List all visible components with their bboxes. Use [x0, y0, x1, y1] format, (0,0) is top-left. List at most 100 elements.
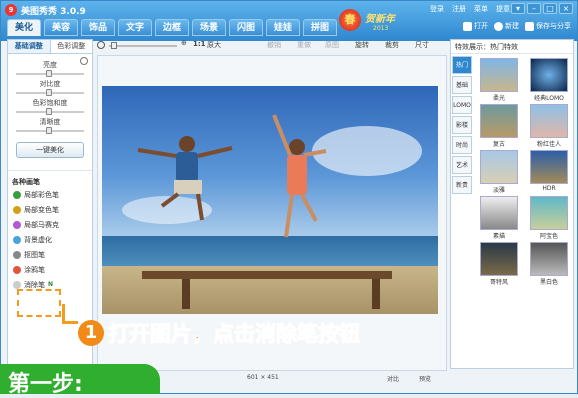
brightness-slider[interactable]: 亮度: [8, 60, 92, 79]
filter-classic-lomo[interactable]: 经典LOMO: [526, 58, 572, 102]
lantern-icon: 春: [339, 9, 361, 31]
brush-bg-blur[interactable]: 背景虚化: [8, 232, 92, 247]
filter-label: 阿宝色: [539, 233, 558, 240]
slider-label: 亮度: [43, 61, 57, 69]
rotate-button[interactable]: 旋转: [355, 40, 369, 50]
slider-knob[interactable]: [46, 127, 52, 134]
saturation-slider[interactable]: 色彩饱和度: [8, 98, 92, 117]
tab-face[interactable]: 美容: [44, 19, 78, 36]
skin-icon[interactable]: ▾: [511, 3, 525, 14]
zoom-knob[interactable]: [111, 42, 117, 49]
filter-soft-light[interactable]: 柔光: [476, 58, 522, 102]
filter-hdr[interactable]: HDR: [526, 150, 572, 194]
tab-color-adjust[interactable]: 色彩调整: [51, 40, 93, 53]
filter-thumbnail: [530, 150, 568, 184]
minimize-icon[interactable]: –: [527, 3, 541, 14]
banner-title: 贺新年: [365, 14, 395, 25]
filter-retro[interactable]: 复古: [476, 104, 522, 148]
filter-thumbnail: [530, 242, 568, 276]
zoom-in-icon[interactable]: ⊕: [181, 39, 187, 47]
recolor-icon: [13, 205, 21, 214]
one-key-beautify-button[interactable]: 一键美化: [16, 142, 84, 158]
ratio-label[interactable]: 1:1: [193, 40, 206, 48]
filter-sketch[interactable]: 素描: [476, 196, 522, 240]
tab-flash[interactable]: 闪图: [229, 19, 263, 36]
brush-label: 抠图笔: [24, 250, 45, 259]
effects-header: 特效展示：热门特效: [451, 40, 573, 54]
banner-year: 2013: [373, 25, 389, 32]
image-dimensions: 601 × 451: [247, 374, 279, 381]
size-button[interactable]: 尺寸: [415, 40, 429, 50]
tab-border[interactable]: 边框: [155, 19, 189, 36]
tab-scene[interactable]: 场景: [192, 19, 226, 36]
top-menu: 登录 注册 菜单 提意见: [430, 4, 517, 14]
slider-knob[interactable]: [46, 70, 52, 77]
menu-link[interactable]: 菜单: [474, 4, 488, 14]
effect-category-tabs: 热门 基础 LOMO 影楼 时尚 艺术 新贵: [452, 56, 472, 196]
bench: [142, 271, 392, 279]
tab-text[interactable]: 文字: [118, 19, 152, 36]
filter-thumbnail: [480, 58, 518, 92]
tab-basic-adjust[interactable]: 基础调整: [8, 40, 51, 53]
brush-local-color[interactable]: 局部彩色笔: [8, 187, 92, 202]
original-size-button[interactable]: 原大: [207, 40, 221, 50]
woman-jumping: [272, 114, 327, 238]
filter-thumbnail: [480, 150, 518, 184]
brush-local-recolor[interactable]: 局部变色笔: [8, 202, 92, 217]
highlight-box: [17, 289, 61, 317]
new-button[interactable]: 新建: [494, 21, 519, 31]
crop-button[interactable]: 裁剪: [385, 40, 399, 50]
filter-gothic[interactable]: 哥特风: [476, 242, 522, 286]
zoom-track[interactable]: [109, 45, 177, 47]
tab-beautify[interactable]: 美化: [7, 19, 41, 36]
filter-abao[interactable]: 阿宝色: [526, 196, 572, 240]
slider-knob[interactable]: [46, 108, 52, 115]
instruction-callout: 1 打开图片，点击消除笔按钮: [78, 318, 361, 348]
brush-label: 消除笔: [24, 280, 45, 289]
sharpness-slider[interactable]: 清晰度: [8, 117, 92, 136]
window-buttons: ▾ – □ ×: [511, 3, 573, 14]
preview-button[interactable]: 预览: [419, 374, 431, 383]
title-bar: 9 美图秀秀 3.0.9 美化 美容 饰品 文字 边框 场景 闪图 娃娃 拼图 …: [1, 1, 577, 41]
filter-grid: 柔光 经典LOMO 复古 粉红佳人 淡雅 HDR 素描 阿宝色 哥特风 黑白色: [476, 58, 572, 286]
tab-lomo[interactable]: LOMO: [452, 96, 472, 114]
tab-studio[interactable]: 影楼: [452, 116, 472, 134]
tab-hot[interactable]: 热门: [452, 56, 472, 74]
login-link[interactable]: 登录: [430, 4, 444, 14]
brush-mosaic[interactable]: 局部马赛克: [8, 217, 92, 232]
tab-basic[interactable]: 基础: [452, 76, 472, 94]
close-icon[interactable]: ×: [559, 3, 573, 14]
zoom-out-icon[interactable]: [97, 41, 105, 49]
filter-pink[interactable]: 粉红佳人: [526, 104, 572, 148]
undo-button[interactable]: 撤销: [267, 40, 281, 50]
eraser-icon: [13, 280, 21, 289]
brush-cutout[interactable]: 抠图笔: [8, 247, 92, 262]
tab-accessories[interactable]: 饰品: [81, 19, 115, 36]
open-button[interactable]: 打开: [463, 21, 488, 31]
register-link[interactable]: 注册: [452, 4, 466, 14]
tab-fashion[interactable]: 时尚: [452, 136, 472, 154]
tab-art[interactable]: 艺术: [452, 156, 472, 174]
filter-label: 经典LOMO: [534, 95, 564, 102]
filter-label: 黑白色: [539, 279, 558, 286]
save-label: 保存与分享: [536, 22, 571, 30]
mosaic-icon: [13, 220, 21, 229]
restore-button[interactable]: 原图: [325, 40, 339, 50]
slider-knob[interactable]: [46, 89, 52, 96]
slider-label: 色彩饱和度: [32, 99, 68, 107]
app-title: 美图秀秀 3.0.9: [21, 7, 86, 17]
step-label: 第一步:: [8, 372, 83, 397]
brush-doodle[interactable]: 涂鸦笔: [8, 262, 92, 277]
tab-new[interactable]: 新贵: [452, 176, 472, 194]
maximize-icon[interactable]: □: [543, 3, 557, 14]
filter-label: 哥特风: [489, 279, 508, 286]
contrast-slider[interactable]: 对比度: [8, 79, 92, 98]
save-button[interactable]: 保存与分享: [525, 21, 571, 31]
redo-button[interactable]: 重做: [297, 40, 311, 50]
tab-doll[interactable]: 娃娃: [266, 19, 300, 36]
brush-label: 局部变色笔: [24, 205, 59, 214]
compare-button[interactable]: 对比: [387, 374, 399, 383]
filter-elegant[interactable]: 淡雅: [476, 150, 522, 194]
filter-black-white[interactable]: 黑白色: [526, 242, 572, 286]
cutout-icon: [13, 250, 21, 259]
